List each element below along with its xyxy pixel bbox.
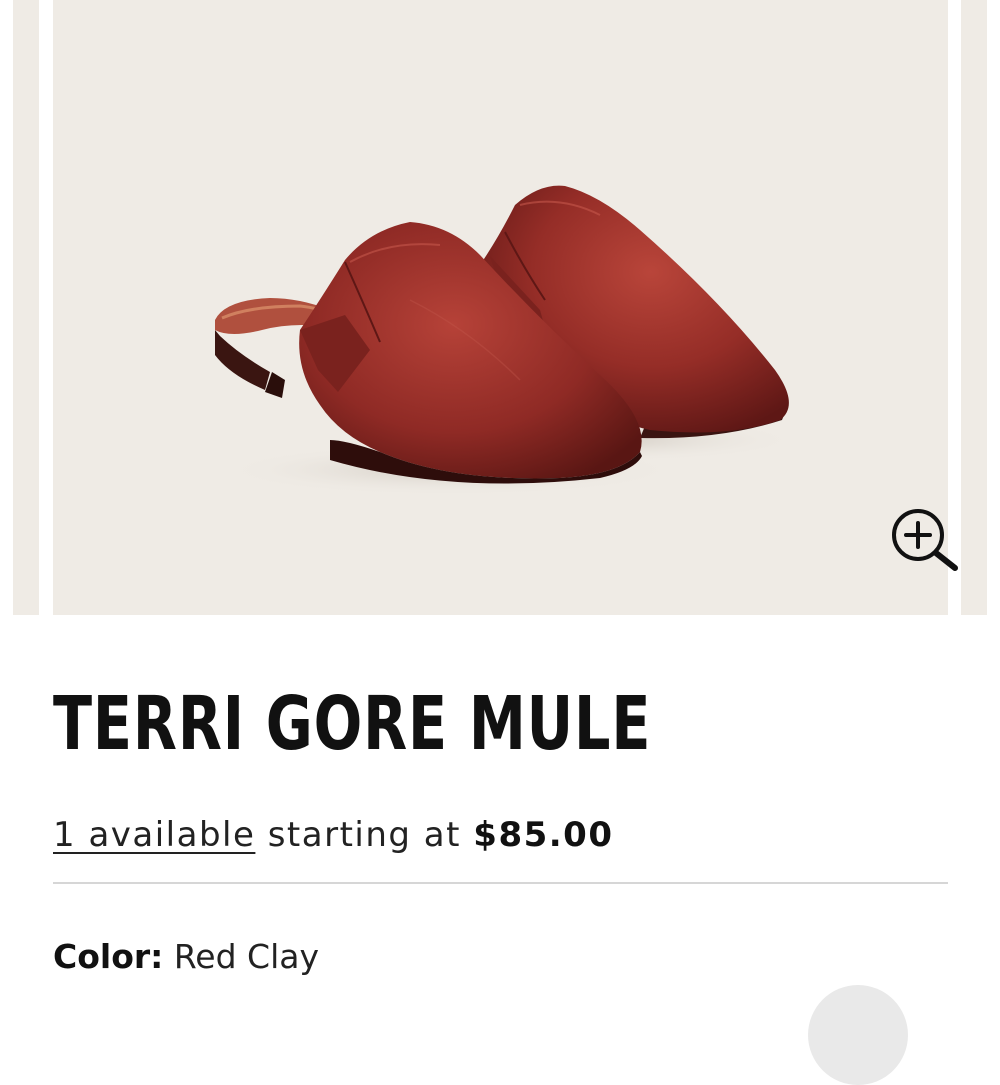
color-label: Color:: [53, 937, 164, 976]
zoom-in-icon: [892, 509, 958, 571]
product-photo: [215, 185, 800, 496]
previous-image-slide[interactable]: [13, 0, 39, 615]
zoom-button[interactable]: [888, 505, 962, 575]
next-image-slide[interactable]: [961, 0, 987, 615]
product-title: TERRI GORE MULE: [53, 681, 652, 767]
color-selection: Color: Red Clay: [53, 937, 319, 976]
product-image-slide[interactable]: [53, 0, 958, 615]
product-price: $85.00: [473, 815, 614, 855]
availability-link[interactable]: 1 available: [53, 815, 255, 855]
color-swatch[interactable]: [808, 985, 908, 1085]
starting-at-text: starting at: [267, 815, 461, 855]
color-value: Red Clay: [173, 937, 319, 976]
product-image-gallery[interactable]: [0, 0, 1000, 615]
availability-line: 1 available starting at $85.00: [53, 815, 613, 855]
section-divider: [53, 882, 948, 884]
